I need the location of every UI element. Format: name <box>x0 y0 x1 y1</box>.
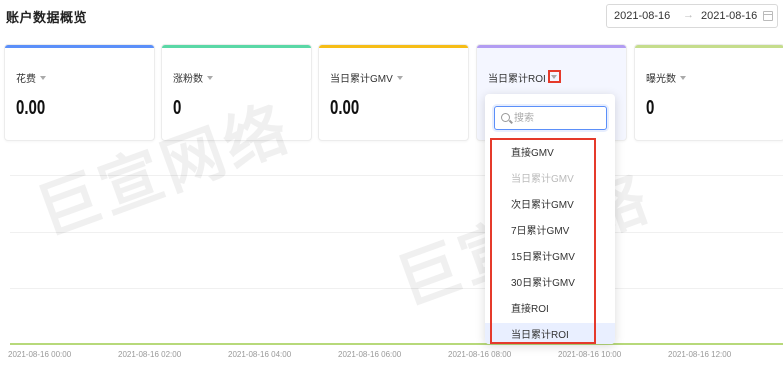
x-tick-label: 2021-08-16 12:00 <box>668 350 732 359</box>
metric-card-fans[interactable]: 涨粉数 0 <box>161 44 312 141</box>
card-value: 0 <box>173 97 182 119</box>
card-value: 0.00 <box>330 97 360 119</box>
caret-down-icon[interactable] <box>207 76 213 80</box>
card-accent-bar <box>319 45 468 48</box>
metric-card-impressions[interactable]: 曝光数 0 <box>634 44 783 141</box>
card-value: 0 <box>646 97 655 119</box>
card-label[interactable]: 涨粉数 <box>173 70 213 85</box>
calendar-icon[interactable] <box>763 11 773 21</box>
grid-line <box>10 288 783 289</box>
card-label[interactable]: 曝光数 <box>646 70 686 85</box>
end-date[interactable]: 2021-08-16 <box>701 10 757 22</box>
grid-line <box>10 175 783 176</box>
card-accent-bar <box>477 45 626 48</box>
arrow-right-icon: → <box>683 9 694 21</box>
x-tick-label: 2021-08-16 02:00 <box>118 350 182 359</box>
caret-highlight[interactable] <box>547 70 561 83</box>
card-label[interactable]: 花费 <box>16 70 46 85</box>
caret-down-icon[interactable] <box>680 76 686 80</box>
card-label[interactable]: 当日累计GMV <box>330 70 403 85</box>
date-range-picker[interactable]: 2021-08-16 → 2021-08-16 <box>606 4 778 28</box>
card-accent-bar <box>635 45 783 48</box>
options-highlight-box <box>490 138 596 344</box>
x-tick-label: 2021-08-16 10:00 <box>558 350 622 359</box>
card-label[interactable]: 当日累计ROI <box>488 70 561 85</box>
x-tick-label: 2021-08-16 08:00 <box>448 350 512 359</box>
card-accent-bar <box>5 45 154 48</box>
series-line <box>10 343 783 345</box>
search-box[interactable] <box>494 106 607 130</box>
grid-line <box>10 232 783 233</box>
search-icon <box>501 113 510 122</box>
start-date[interactable]: 2021-08-16 <box>614 10 670 22</box>
caret-down-icon[interactable] <box>40 76 46 80</box>
card-value: 0.00 <box>16 97 46 119</box>
caret-down-icon[interactable] <box>396 76 403 80</box>
card-accent-bar <box>162 45 311 48</box>
metric-card-gmv[interactable]: 当日累计GMV 0.00 <box>318 44 469 141</box>
x-tick-label: 2021-08-16 00:00 <box>8 350 72 359</box>
search-input[interactable] <box>514 110 602 126</box>
x-tick-label: 2021-08-16 04:00 <box>228 350 292 359</box>
metric-card-cost[interactable]: 花费 0.00 <box>4 44 155 141</box>
x-tick-label: 2021-08-16 06:00 <box>338 350 402 359</box>
page-title: 账户数据概览 <box>6 10 88 25</box>
caret-down-icon[interactable] <box>550 75 557 79</box>
